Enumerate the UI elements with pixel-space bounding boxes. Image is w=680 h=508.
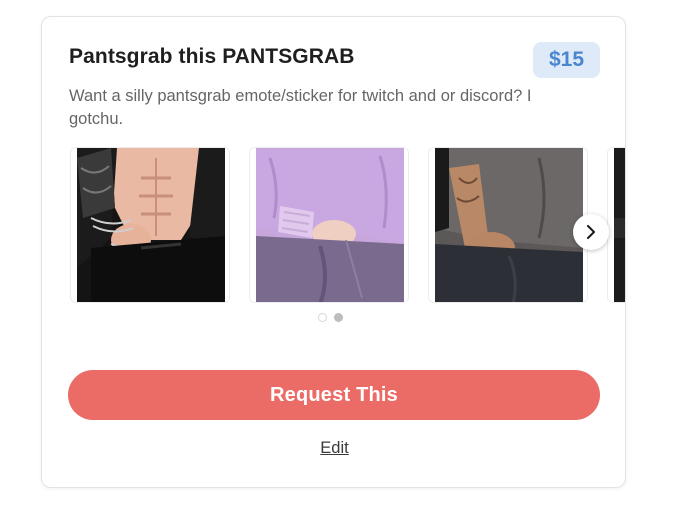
- carousel-pagination: [318, 313, 343, 322]
- carousel-image-3[interactable]: [428, 147, 588, 303]
- product-card: Pantsgrab this PANTSGRAB $15 Want a sill…: [41, 16, 626, 488]
- pantsgrab-art-black-outfit: [71, 148, 229, 302]
- pantsgrab-art-grey-outfit: [429, 148, 587, 302]
- product-title: Pantsgrab this PANTSGRAB: [69, 45, 355, 68]
- price-badge: $15: [533, 42, 600, 78]
- pantsgrab-art-partial: [608, 148, 625, 302]
- image-carousel[interactable]: [42, 147, 625, 303]
- carousel-image-4[interactable]: [607, 147, 625, 303]
- request-button[interactable]: Request This: [68, 370, 600, 420]
- product-description: Want a silly pantsgrab emote/sticker for…: [69, 87, 532, 128]
- carousel-image-2[interactable]: [249, 147, 409, 303]
- carousel-dot-2[interactable]: [334, 313, 343, 322]
- pantsgrab-art-purple-outfit: [250, 148, 408, 302]
- carousel-image-1[interactable]: [70, 147, 230, 303]
- carousel-dot-1[interactable]: [318, 313, 327, 322]
- edit-link[interactable]: Edit: [42, 439, 625, 458]
- chevron-right-icon: [587, 225, 595, 239]
- carousel-next-button[interactable]: [573, 214, 609, 250]
